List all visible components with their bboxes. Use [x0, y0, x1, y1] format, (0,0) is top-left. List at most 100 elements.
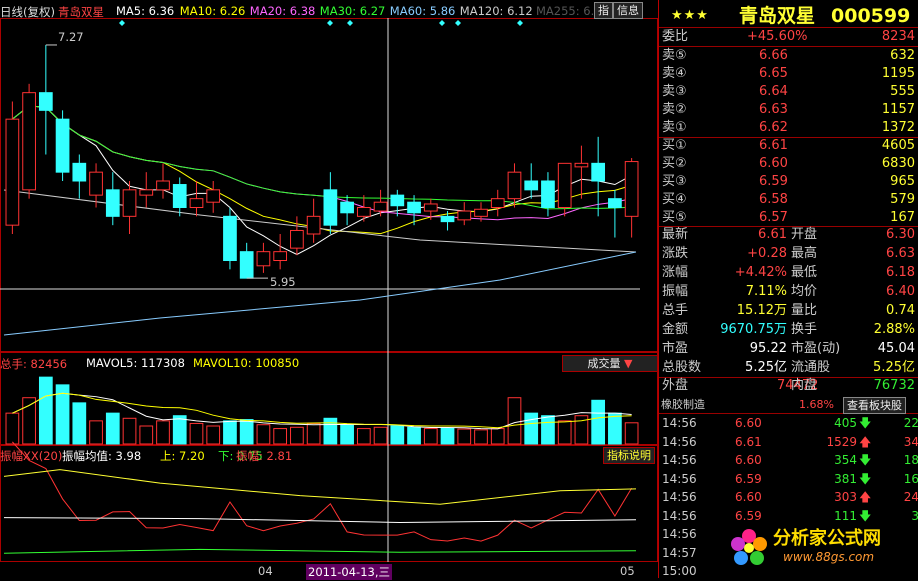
candle-body	[105, 189, 120, 217]
candle-body	[38, 92, 53, 111]
candle-body	[55, 118, 70, 173]
buy-label: 买①	[662, 138, 687, 153]
xaxis-left-label: 04	[258, 564, 273, 578]
event-diamond-icon	[347, 20, 353, 26]
sell-volume: 1195	[881, 66, 915, 81]
stat-value-2: 45.04	[877, 341, 915, 356]
tick-time: 14:56	[662, 490, 697, 504]
event-diamond-icon	[439, 20, 445, 26]
buy-price: 6.61	[759, 138, 788, 153]
stat-label: 总股数	[662, 360, 702, 375]
sell-label: 卖③	[662, 84, 687, 99]
candle-body	[390, 194, 405, 207]
volume-bar	[156, 420, 170, 445]
sell-label: 卖④	[662, 66, 687, 81]
sell-price: 6.66	[759, 48, 788, 63]
tick-price: 6.60	[735, 453, 762, 467]
arrow-down-icon: 🡇	[859, 416, 872, 430]
volume-bar	[356, 428, 371, 445]
weibi-value: 8234	[881, 29, 915, 44]
sell-volume: 1157	[881, 102, 915, 117]
buy-label: 买③	[662, 174, 687, 189]
info-button[interactable]: 信息	[613, 2, 643, 19]
buy-volume: 965	[890, 174, 915, 189]
stat-label: 最新	[662, 227, 689, 242]
volume-dropdown[interactable]: 成交量 ▼	[562, 355, 658, 372]
volume-bar	[206, 425, 221, 445]
candle-body	[72, 162, 87, 182]
buy-price: 6.59	[759, 174, 788, 189]
buy-row: 买② 6.60 6830	[659, 155, 918, 173]
buy-row: 买⑤ 6.57 167	[659, 209, 918, 227]
buy-price: 6.60	[759, 156, 788, 171]
period-label: 日线(复权)	[0, 5, 55, 19]
volume-bar	[189, 422, 204, 445]
stat-label-2: 均价	[791, 284, 818, 299]
stat-label: 金额	[662, 322, 689, 337]
sell-volume: 1372	[881, 120, 915, 135]
tick-extra: 16	[903, 471, 918, 486]
tick-row: 14:56 6.60 405 🡇 22	[659, 414, 918, 433]
volume-bar	[5, 412, 20, 445]
tick-row: 14:56 6.59 381 🡇 16	[659, 470, 918, 489]
view-sector-stocks-button[interactable]: 查看板块股	[843, 397, 906, 414]
sector-pct: 1.68%	[799, 398, 834, 411]
volume-bar	[608, 412, 622, 445]
volume-total: 总手: 82456	[0, 357, 68, 371]
volume-bar	[89, 420, 103, 445]
outer-inner-row: 外盘 74472 内盘 76732	[659, 377, 918, 395]
volume-bar	[591, 399, 606, 445]
stat-label-2: 开盘	[791, 227, 818, 242]
candle-body	[340, 201, 354, 214]
candle-body	[356, 207, 371, 217]
buy-price: 6.58	[759, 192, 788, 207]
buy-row: 买① 6.61 4605	[659, 137, 918, 155]
index-button[interactable]: 指	[594, 2, 613, 19]
weibi-label: 委比	[662, 29, 689, 44]
buy-price: 6.57	[759, 210, 788, 225]
volume-bar	[223, 420, 237, 445]
chart-area[interactable]: 日线(复权) 青岛双星 MA5: 6.36 MA10: 6.26 MA20: 6.3…	[0, 0, 658, 580]
event-diamond-icon	[517, 20, 523, 26]
sector-name: 橡胶制造	[661, 398, 705, 411]
tick-price: 6.60	[735, 490, 762, 504]
sell-volume: 555	[890, 84, 915, 99]
candle-body	[122, 189, 137, 217]
average-line	[3, 517, 637, 523]
stat-value-2: 6.30	[886, 227, 915, 242]
volume-bar	[524, 412, 539, 445]
sell-volume: 632	[890, 48, 915, 63]
stat-label-2: 最低	[791, 265, 818, 280]
event-diamond-icon	[327, 20, 333, 26]
candle-body	[507, 171, 522, 200]
candle-body	[189, 198, 204, 209]
volume-bar	[239, 419, 254, 445]
candle-body	[89, 171, 103, 196]
volume-bar	[457, 428, 472, 445]
candle-body	[22, 92, 36, 191]
quote-stock-code: 000599	[831, 5, 911, 27]
candle-body	[156, 180, 170, 191]
volume-bar	[122, 417, 137, 445]
stat-label: 涨幅	[662, 265, 689, 280]
candle-body	[256, 251, 271, 267]
stat-row: 市盈 95.22 市盈(动) 45.04	[659, 340, 918, 358]
ma-label-3: MA30: 6.27	[319, 4, 386, 18]
stat-row: 最新 6.61 开盘 6.30	[659, 226, 918, 244]
buy-volume: 167	[890, 210, 915, 225]
volume-bar	[72, 402, 87, 445]
stat-row: 金额 9670.75万 换手 2.88%	[659, 321, 918, 339]
charts-canvas[interactable]	[0, 0, 658, 578]
stat-value-2: 6.40	[886, 284, 915, 299]
volume-bar	[624, 422, 639, 445]
tick-time: 14:56	[662, 453, 697, 467]
volume-bar	[407, 426, 421, 445]
buy-label: 买④	[662, 192, 687, 207]
buy-row: 买④ 6.58 579	[659, 191, 918, 209]
stat-value-2: 0.74	[886, 303, 915, 318]
sell-label: 卖⑤	[662, 48, 687, 63]
stat-label-2: 量比	[791, 303, 818, 318]
stat-row: 涨跌 +0.28 最高 6.63	[659, 245, 918, 263]
indicator-help-button[interactable]: 指标说明	[603, 447, 655, 464]
stat-row: 涨幅 +4.42% 最低 6.18	[659, 264, 918, 282]
